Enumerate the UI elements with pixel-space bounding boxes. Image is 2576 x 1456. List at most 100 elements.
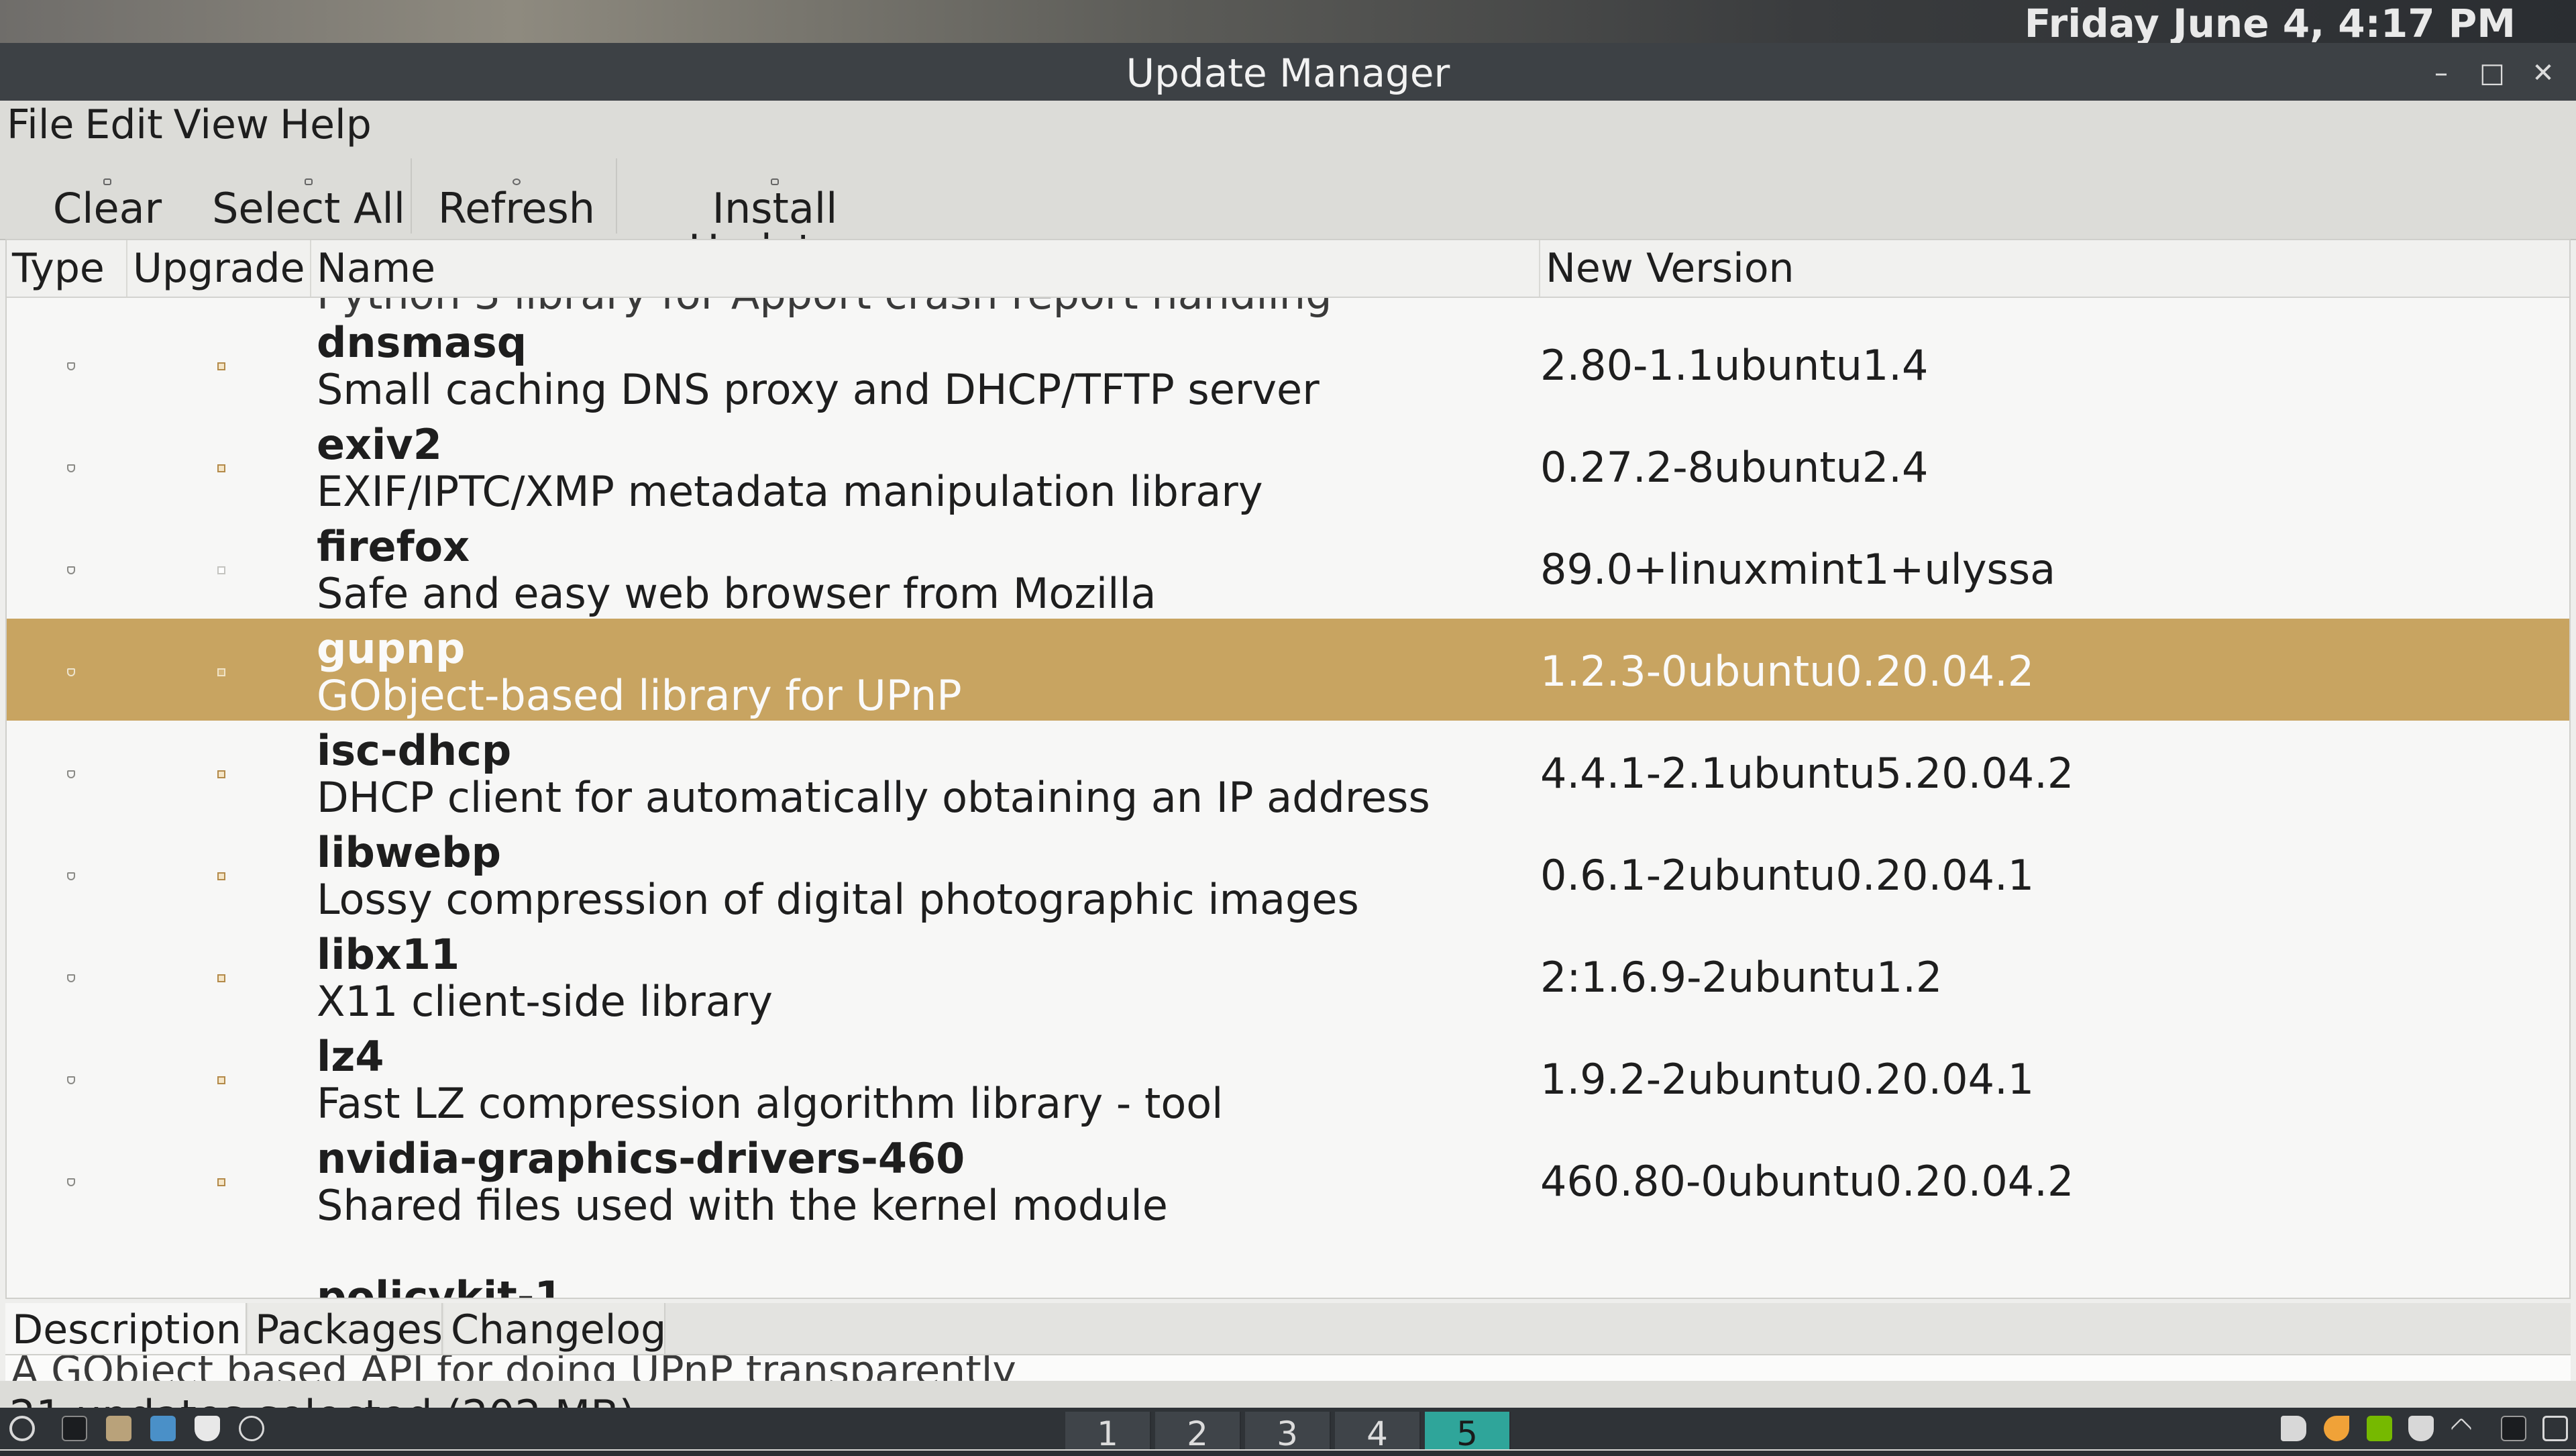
package-description: EXIF/IPTC/XMP metadata manipulation libr… bbox=[317, 467, 1263, 516]
security-update-icon bbox=[67, 770, 75, 778]
partial-row-name: policykit-1 bbox=[317, 1272, 564, 1299]
package-description: Shared files used with the kernel module bbox=[317, 1181, 1168, 1230]
update-manager-window: Update Manager – □ ✕ File Edit View Help Cl… bbox=[0, 43, 2576, 1451]
minimize-button[interactable]: – bbox=[2424, 56, 2458, 90]
upgrade-checkbox[interactable] bbox=[217, 1076, 225, 1084]
tab-description[interactable]: Description bbox=[5, 1303, 247, 1354]
package-description: DHCP client for automatically obtaining … bbox=[317, 773, 1430, 822]
upgrade-checkbox[interactable] bbox=[217, 464, 225, 472]
toolbar-separator bbox=[411, 158, 412, 233]
package-description: Small caching DNS proxy and DHCP/TFTP se… bbox=[317, 365, 1320, 414]
upgrade-checkbox[interactable] bbox=[217, 770, 225, 778]
clear-label: Clear bbox=[52, 184, 162, 233]
redshift-icon[interactable] bbox=[2324, 1416, 2349, 1441]
package-name: lz4 bbox=[317, 1032, 384, 1081]
security-update-icon bbox=[67, 464, 75, 472]
upgrade-checkbox[interactable] bbox=[217, 668, 225, 676]
file-manager-icon[interactable] bbox=[106, 1416, 131, 1441]
refresh-button[interactable]: Refresh bbox=[423, 149, 610, 239]
package-version: 0.6.1-2ubuntu0.20.04.1 bbox=[1540, 851, 2035, 900]
upgrade-checkbox[interactable] bbox=[217, 974, 225, 982]
column-type[interactable]: Type bbox=[7, 240, 127, 297]
tab-packages[interactable]: Packages bbox=[248, 1303, 443, 1354]
maximize-button[interactable]: □ bbox=[2475, 56, 2509, 90]
package-version: 1.2.3-0ubuntu0.20.04.2 bbox=[1540, 647, 2035, 696]
menu-file[interactable]: File bbox=[7, 101, 74, 148]
upgrade-checkbox[interactable] bbox=[217, 362, 225, 370]
table-row[interactable]: nvidia-graphics-drivers-460 Shared files… bbox=[7, 1129, 2569, 1231]
tab-changelog[interactable]: Changelog bbox=[444, 1303, 666, 1354]
workspace-5[interactable]: 5 bbox=[1425, 1412, 1511, 1453]
package-description: Safe and easy web browser from Mozilla bbox=[317, 569, 1157, 618]
upgrade-checkbox[interactable] bbox=[217, 872, 225, 880]
table-row[interactable]: isc-dhcp DHCP client for automatically o… bbox=[7, 721, 2569, 823]
workspace-4[interactable]: 4 bbox=[1335, 1412, 1421, 1453]
table-row[interactable]: libwebp Lossy compression of digital pho… bbox=[7, 823, 2569, 925]
package-name: exiv2 bbox=[317, 420, 442, 469]
table-row[interactable]: firefox Safe and easy web browser from M… bbox=[7, 517, 2569, 619]
network-icon[interactable] bbox=[239, 1416, 264, 1441]
clock[interactable]: Friday June 4, 4:17 PM bbox=[2025, 1, 2516, 46]
package-description: Fast LZ compression algorithm library - … bbox=[317, 1079, 1224, 1128]
select-all-button[interactable]: Select All bbox=[201, 149, 416, 239]
chevron-up-icon[interactable] bbox=[2450, 1417, 2473, 1440]
select-all-label: Select All bbox=[212, 184, 405, 233]
close-button[interactable]: ✕ bbox=[2526, 56, 2560, 90]
package-description: X11 client-side library bbox=[317, 977, 773, 1026]
update-shield-icon[interactable] bbox=[2408, 1416, 2434, 1441]
table-row[interactable]: libx11 X11 client-side library 2:1.6.9-2… bbox=[7, 925, 2569, 1027]
menu-help[interactable]: Help bbox=[280, 101, 372, 148]
table-row[interactable]: lz4 Fast LZ compression algorithm librar… bbox=[7, 1027, 2569, 1129]
menu-edit[interactable]: Edit bbox=[85, 101, 162, 148]
table-row[interactable]: dnsmasq Small caching DNS proxy and DHCP… bbox=[7, 313, 2569, 415]
install-updates-button[interactable]: Install Updates bbox=[624, 149, 926, 271]
details-tabs: Description Packages Changelog bbox=[5, 1303, 2571, 1355]
browser-icon[interactable] bbox=[150, 1416, 176, 1441]
menu-bar: File Edit View Help bbox=[0, 101, 2576, 149]
list-header: Type Upgrade Name New Version bbox=[7, 240, 2569, 298]
shield-icon[interactable] bbox=[195, 1416, 220, 1441]
workspace-1[interactable]: 1 bbox=[1065, 1412, 1151, 1453]
security-update-icon bbox=[67, 1178, 75, 1186]
package-version: 460.80-0ubuntu0.20.04.2 bbox=[1540, 1157, 2074, 1206]
terminal-icon[interactable] bbox=[62, 1416, 87, 1441]
package-name: gupnp bbox=[317, 624, 466, 673]
security-update-icon bbox=[67, 974, 75, 982]
package-name: libwebp bbox=[317, 828, 501, 877]
title-bar[interactable]: Update Manager – □ ✕ bbox=[0, 43, 2576, 101]
column-upgrade[interactable]: Upgrade bbox=[127, 240, 311, 297]
column-new-version[interactable]: New Version bbox=[1540, 240, 2569, 297]
upgrade-checkbox[interactable] bbox=[217, 1178, 225, 1186]
nvidia-icon[interactable] bbox=[2367, 1416, 2392, 1441]
security-update-icon bbox=[67, 668, 75, 676]
workspace-2[interactable]: 2 bbox=[1155, 1412, 1241, 1453]
package-name: libx11 bbox=[317, 930, 460, 979]
package-name: isc-dhcp bbox=[317, 726, 512, 775]
package-version: 1.9.2-2ubuntu0.20.04.1 bbox=[1540, 1055, 2035, 1104]
toolbar-separator bbox=[616, 158, 617, 233]
volume-icon[interactable] bbox=[2281, 1416, 2306, 1441]
security-update-icon bbox=[67, 1076, 75, 1084]
column-name[interactable]: Name bbox=[311, 240, 1540, 297]
power-icon[interactable] bbox=[9, 1416, 35, 1441]
package-description: GObject-based library for UPnP bbox=[317, 671, 962, 720]
workspace-3[interactable]: 3 bbox=[1245, 1412, 1331, 1453]
menu-view[interactable]: View bbox=[174, 101, 269, 148]
bottom-panel: 1 2 3 4 5 bbox=[0, 1408, 2576, 1453]
updates-list[interactable]: Type Upgrade Name New Version Python 3 l… bbox=[5, 239, 2571, 1299]
description-panel: A GObject based API for doing UPnP trans… bbox=[5, 1355, 2571, 1381]
security-update-icon bbox=[67, 872, 75, 880]
desktop-top-strip: Friday June 4, 4:17 PM bbox=[0, 0, 2576, 46]
package-name: dnsmasq bbox=[317, 318, 527, 367]
refresh-label: Refresh bbox=[437, 184, 596, 233]
table-row[interactable]: exiv2 EXIF/IPTC/XMP metadata manipulatio… bbox=[7, 415, 2569, 517]
package-name: firefox bbox=[317, 522, 470, 571]
network-status-icon[interactable] bbox=[2542, 1416, 2568, 1441]
upgrade-checkbox[interactable] bbox=[217, 566, 225, 574]
table-row-selected[interactable]: gupnp GObject-based library for UPnP 1.2… bbox=[7, 619, 2569, 721]
security-update-icon bbox=[67, 362, 75, 370]
clear-button[interactable]: Clear bbox=[27, 149, 188, 239]
package-name: nvidia-graphics-drivers-460 bbox=[317, 1134, 965, 1183]
keyboard-icon[interactable] bbox=[2501, 1416, 2526, 1441]
package-description: Lossy compression of digital photographi… bbox=[317, 875, 1359, 924]
